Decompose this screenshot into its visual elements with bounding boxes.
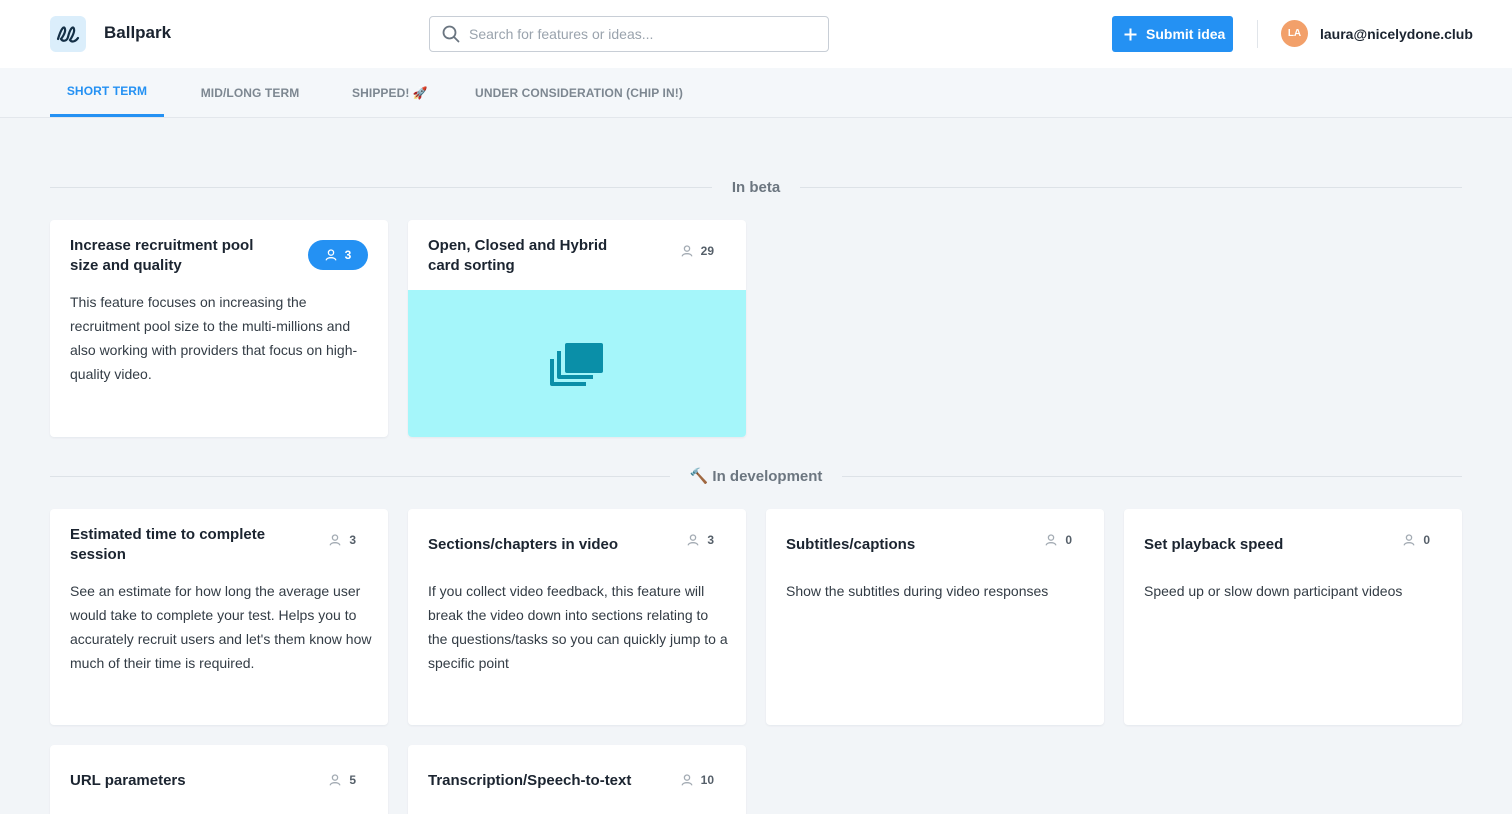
card-description: Speed up or slow down participant videos [1144,583,1403,599]
section-heading-in-development: 🔨 In development [50,466,1462,486]
submit-idea-label: Submit idea [1146,26,1226,42]
user-icon [329,534,341,546]
feature-card-playback-speed[interactable]: Set playback speed 0 Speed up or slow do… [1124,509,1462,725]
card-description: If you collect video feedback, this feat… [428,583,728,671]
app-logo[interactable] [50,16,86,52]
section-divider [842,475,1462,477]
vote-count-badge[interactable]: 0 [1045,533,1072,547]
app-name: Ballpark [104,23,172,42]
card-title: Estimated time to complete session [70,526,266,563]
feature-card-estimated-time[interactable]: Estimated time to complete session 3 See… [50,509,388,725]
card-description: Show the subtitles during video response… [786,583,1049,599]
vote-count-badge[interactable]: 29 [681,244,714,258]
card-title: Sections/chapters in video [428,536,619,553]
tab-under-consideration[interactable]: UNDER CONSIDERATION (CHIP IN!) [464,68,694,117]
vote-count: 0 [1423,533,1430,547]
tab-mid-long-term[interactable]: MID/LONG TERM [184,68,316,117]
vote-count: 3 [344,248,352,262]
header-divider [1257,20,1258,48]
user-icon [325,249,337,261]
vote-count: 3 [707,533,714,547]
vote-count: 3 [349,533,356,547]
section-title: In beta [731,178,781,196]
tab-short-term[interactable]: SHORT TERM [50,68,164,117]
feature-card-url-parameters[interactable]: URL parameters 5 [50,745,388,814]
tab-bar: SHORT TERM MID/LONG TERM SHIPPED! 🚀 UNDE… [0,68,1512,118]
vote-count-badge[interactable]: 10 [681,773,714,787]
ballpark-logo-icon [56,26,80,43]
card-description: See an estimate for how long the average… [70,583,372,671]
vote-count: 0 [1065,533,1072,547]
search-icon [441,24,461,44]
vote-count-badge[interactable]: 5 [329,773,356,787]
vote-count-badge[interactable]: 0 [1403,533,1430,547]
submit-idea-button[interactable]: Submit idea [1112,16,1233,52]
vote-count-badge[interactable]: 3 [329,533,356,547]
vote-count: 5 [349,773,356,787]
cards-stack-icon [550,342,603,386]
feature-card-recruitment[interactable]: Increase recruitment pool size and quali… [50,220,388,437]
feature-card-card-sorting[interactable]: Open, Closed and Hybrid card sorting 29 [408,220,746,437]
user-email[interactable]: laura@nicelydone.club [1320,26,1473,42]
avatar[interactable]: LA [1281,20,1308,47]
vote-count: 29 [700,244,714,258]
section-divider [50,186,712,188]
user-icon [681,774,693,786]
search-box[interactable] [429,16,829,52]
section-divider [50,475,670,477]
user-icon [687,534,699,546]
card-image [408,290,746,437]
section-title: 🔨 In development [689,468,823,485]
user-icon [1045,534,1057,546]
vote-count: 10 [700,773,714,787]
section-heading-in-beta: In beta [50,177,1462,197]
user-icon [329,774,341,786]
feature-card-sections-chapters[interactable]: Sections/chapters in video 3 If you coll… [408,509,746,725]
card-title: URL parameters [70,772,186,789]
tab-shipped[interactable]: SHIPPED! 🚀 [336,68,444,117]
feature-card-transcription[interactable]: Transcription/Speech-to-text 10 [408,745,746,814]
card-title: Increase recruitment pool size and quali… [70,237,254,274]
user-icon [681,245,693,257]
card-description: This feature focuses on increasing the r… [70,294,358,382]
section-divider [800,186,1462,188]
card-title: Subtitles/captions [786,536,916,553]
top-bar: Ballpark Submit idea LA laura@nicelydone… [0,0,1512,68]
card-title: Set playback speed [1144,536,1284,553]
vote-count-badge[interactable]: 3 [687,533,714,547]
feature-card-subtitles[interactable]: Subtitles/captions 0 Show the subtitles … [766,509,1104,725]
card-title: Transcription/Speech-to-text [428,772,632,789]
card-title: Open, Closed and Hybrid card sorting [428,237,608,274]
search-input[interactable] [469,26,809,42]
plus-icon [1123,27,1137,41]
vote-button[interactable]: 3 [308,240,368,270]
user-icon [1403,534,1415,546]
